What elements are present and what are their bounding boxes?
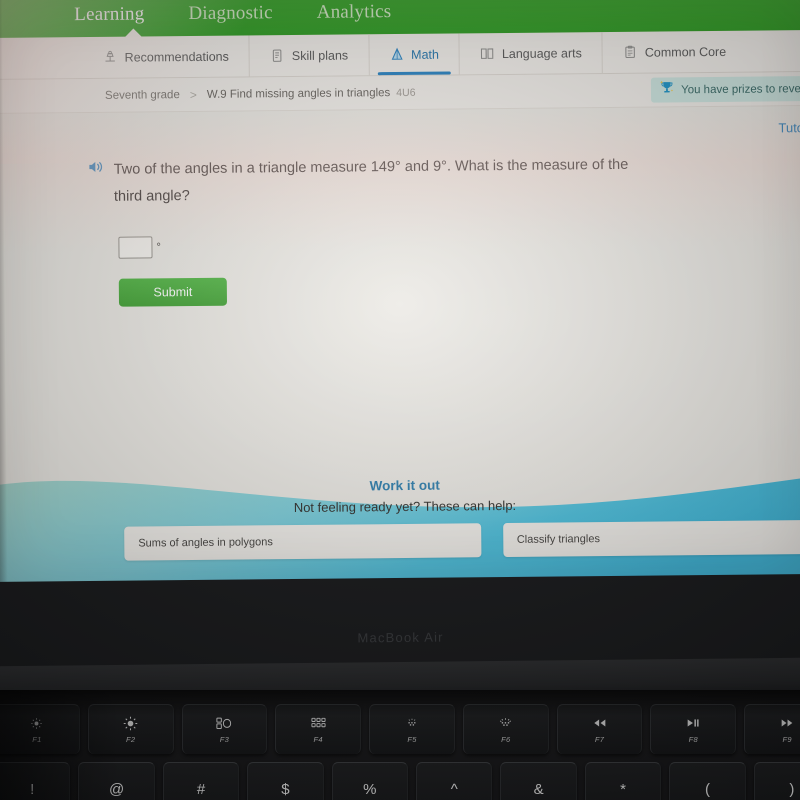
tab-label: Recommendations (124, 49, 229, 65)
help-subtitle: Not feeling ready yet? These can help: (293, 497, 517, 516)
rewind-icon (592, 715, 608, 731)
key-symbol: ( (704, 781, 710, 798)
key-label: F2 (125, 735, 136, 744)
key-label: F6 (501, 735, 511, 744)
mission-control-icon (216, 715, 232, 731)
key-symbol: * (620, 781, 626, 798)
tab-label: Math (411, 47, 439, 62)
key-symbol: ! (30, 781, 35, 798)
help-card-list: Sums of angles in polygons Classify tria… (124, 519, 800, 561)
key-6[interactable]: ^ 6 (416, 762, 493, 800)
key-label: F5 (407, 735, 417, 744)
play-pause-icon (685, 715, 701, 731)
degree-symbol-label: ° (156, 241, 161, 254)
global-nav-item-diagnostic[interactable]: Diagnostic (188, 2, 273, 25)
tab-label: Language arts (501, 45, 582, 61)
key-label: F8 (688, 735, 699, 744)
clipboard-icon (623, 45, 638, 60)
key-label: F7 (594, 735, 605, 744)
help-card[interactable]: Classify triangles (502, 519, 800, 558)
laptop-keyboard: F1 F2 F3 F4 F5 F6 F7 F8 F9 ! @ # $ % ^ &… (0, 690, 800, 800)
answer-input[interactable] (118, 236, 153, 259)
key-f3[interactable]: F3 (181, 704, 268, 754)
photo-of-laptop-screen: Learning Diagnostic Analytics Recommenda… (0, 0, 800, 800)
question-page: Tutorial Two of the angles in a triangle… (0, 106, 800, 594)
number-key-row: ! 1 @ 2 # 3 $ 4 % 5 ^ 6 (0, 762, 800, 800)
tab-label: Common Core (644, 44, 727, 60)
fast-forward-icon (779, 715, 795, 731)
work-it-out-title: Work it out (369, 477, 440, 494)
breadcrumb-grade[interactable]: Seventh grade (105, 89, 180, 102)
trophy-icon (659, 79, 675, 100)
tab-skill-plans[interactable]: Skill plans (249, 34, 370, 77)
key-f2[interactable]: F2 (87, 704, 174, 754)
key-f1[interactable]: F1 (0, 704, 80, 754)
key-label: F3 (219, 735, 230, 744)
key-4[interactable]: $ 4 (247, 762, 324, 800)
key-8[interactable]: * 8 (584, 762, 662, 800)
tab-math[interactable]: Math (368, 33, 461, 76)
tab-recommendations[interactable]: Recommendations (82, 35, 251, 79)
key-f5[interactable]: F5 (369, 704, 455, 754)
function-key-row: F1 F2 F3 F4 F5 F6 F7 F8 F9 (0, 704, 800, 754)
key-label: F9 (782, 735, 792, 744)
key-5[interactable]: % 5 (331, 762, 409, 800)
key-f4[interactable]: F4 (275, 704, 362, 754)
macbook-air-logo: MacBook Air (357, 629, 444, 646)
key-symbol: & (533, 781, 544, 798)
key-symbol: @ (108, 781, 125, 798)
key-label: F4 (313, 735, 323, 744)
breadcrumb-separator: > (189, 87, 197, 102)
answer-row: ° (118, 232, 648, 259)
key-symbol: ) (789, 781, 795, 798)
skill-plans-icon (270, 48, 285, 63)
breadcrumb-skill[interactable]: W.9 Find missing angles in triangles (207, 87, 391, 101)
key-symbol: # (196, 781, 206, 798)
global-nav-item-analytics[interactable]: Analytics (317, 1, 392, 24)
laptop-screen: Learning Diagnostic Analytics Recommenda… (0, 0, 800, 594)
key-f9[interactable]: F9 (744, 704, 800, 754)
speaker-icon[interactable] (88, 159, 105, 180)
tab-common-core[interactable]: Common Core (603, 31, 747, 73)
help-card[interactable]: Sums of angles in polygons (124, 523, 481, 561)
tutorial-link[interactable]: Tutorial (778, 120, 800, 135)
brightness-up-icon (123, 715, 138, 731)
keyboard-backlight-up-icon (498, 715, 514, 731)
question-block: Two of the angles in a triangle measure … (0, 108, 649, 308)
key-2[interactable]: @ 2 (78, 762, 155, 800)
book-icon (480, 46, 495, 61)
recommendations-icon (103, 50, 118, 65)
key-f6[interactable]: F6 (462, 704, 549, 754)
tab-label: Skill plans (291, 48, 349, 63)
prizes-banner[interactable]: You have prizes to reveal! (650, 75, 800, 103)
key-f7[interactable]: F7 (556, 704, 643, 754)
submit-button[interactable]: Submit (118, 277, 228, 307)
key-f8[interactable]: F8 (650, 704, 737, 754)
key-symbol: % (363, 781, 377, 798)
question-text: Two of the angles in a triangle measure … (113, 156, 629, 205)
global-nav-item-learning[interactable]: Learning (74, 3, 144, 26)
math-icon (389, 47, 404, 62)
key-7[interactable]: & 7 (500, 762, 577, 800)
key-9[interactable]: ( 9 (669, 762, 746, 800)
launchpad-icon (311, 715, 326, 731)
key-1[interactable]: ! 1 (0, 762, 71, 800)
prizes-banner-text: You have prizes to reveal! (680, 82, 800, 96)
breadcrumb-skill-code: 4U6 (396, 86, 416, 99)
key-0[interactable]: ) 0 (753, 762, 800, 800)
key-3[interactable]: # 3 (162, 762, 240, 800)
key-symbol: ^ (450, 781, 458, 798)
brightness-down-icon (30, 715, 43, 731)
keyboard-backlight-down-icon (404, 715, 420, 731)
key-label: F1 (32, 735, 42, 744)
key-symbol: $ (281, 781, 290, 798)
tab-language-arts[interactable]: Language arts (459, 32, 604, 75)
